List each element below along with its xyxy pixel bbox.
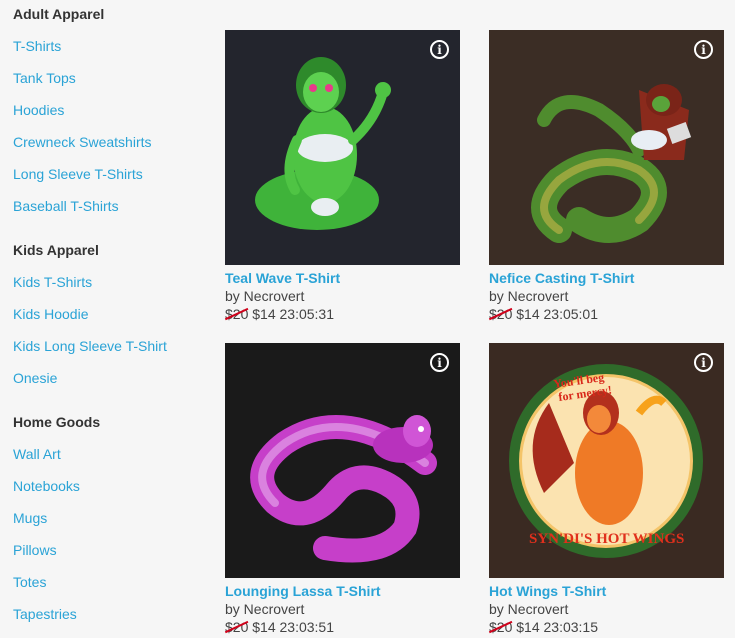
sidebar-link-notebooks[interactable]: Notebooks [13, 478, 80, 494]
product-card[interactable]: i Lounging Lassa T-Shirt by Necrovert $2… [225, 343, 460, 635]
sale-price: $14 [516, 306, 540, 322]
product-price-line: $20 $14 23:05:31 [225, 306, 460, 322]
product-price-line: $20 $14 23:03:51 [225, 619, 460, 635]
sidebar-link-baseball-t-shirts[interactable]: Baseball T-Shirts [13, 198, 119, 214]
sale-price: $14 [516, 619, 540, 635]
countdown-timer: 23:05:31 [279, 306, 335, 322]
sale-price: $14 [252, 619, 276, 635]
product-title[interactable]: Nefice Casting T-Shirt [489, 270, 724, 286]
product-artist: by Necrovert [489, 601, 569, 617]
product-artwork-image [531, 84, 692, 243]
product-artwork-image: You'll beg for mercy! SYN'DI'S HOT WINGS [509, 364, 703, 558]
sidebar-link-pillows[interactable]: Pillows [13, 542, 57, 558]
sidebar-link-onesie[interactable]: Onesie [13, 370, 57, 386]
product-price-line: $20 $14 23:03:15 [489, 619, 724, 635]
old-price: $20 [489, 619, 513, 635]
sidebar-link-kids-t-shirts[interactable]: Kids T-Shirts [13, 274, 92, 290]
info-icon[interactable]: i [430, 353, 449, 372]
product-title[interactable]: Hot Wings T-Shirt [489, 583, 724, 599]
old-price: $20 [225, 306, 249, 322]
product-artist: by Necrovert [225, 601, 305, 617]
info-icon[interactable]: i [430, 40, 449, 59]
product-artwork-image [255, 57, 391, 230]
sidebar-heading-kids-apparel: Kids Apparel [13, 242, 99, 258]
sidebar-link-wall-art[interactable]: Wall Art [13, 446, 61, 462]
product-price-line: $20 $14 23:05:01 [489, 306, 724, 322]
product-card[interactable]: i Nefice Casting T-Shirt by Necrovert $2… [489, 30, 724, 322]
old-price: $20 [489, 306, 513, 322]
sidebar-link-tapestries[interactable]: Tapestries [13, 606, 77, 622]
countdown-timer: 23:05:01 [543, 306, 599, 322]
product-artist: by Necrovert [225, 288, 305, 304]
product-card[interactable]: i Teal Wave T-Shirt by Necrovert $20 $14… [225, 30, 460, 322]
old-price: $20 [225, 619, 249, 635]
sidebar-link-kids-long-sleeve[interactable]: Kids Long Sleeve T-Shirt [13, 338, 167, 354]
product-title[interactable]: Teal Wave T-Shirt [225, 270, 460, 286]
product-thumbnail[interactable]: i [225, 343, 460, 578]
countdown-timer: 23:03:51 [279, 619, 335, 635]
product-thumbnail[interactable]: You'll beg for mercy! SYN'DI'S HOT WINGS… [489, 343, 724, 578]
artwork-banner-text: SYN'DI'S HOT WINGS [529, 531, 684, 547]
product-thumbnail[interactable]: i [225, 30, 460, 265]
sidebar-link-t-shirts[interactable]: T-Shirts [13, 38, 61, 54]
sidebar-link-tank-tops[interactable]: Tank Tops [13, 70, 76, 86]
countdown-timer: 23:03:15 [543, 619, 599, 635]
sidebar-link-hoodies[interactable]: Hoodies [13, 102, 64, 118]
sale-price: $14 [252, 306, 276, 322]
sidebar-heading-home-goods: Home Goods [13, 414, 101, 430]
info-icon[interactable]: i [694, 40, 713, 59]
sidebar-link-mugs[interactable]: Mugs [13, 510, 47, 526]
info-icon[interactable]: i [694, 353, 713, 372]
sidebar-link-long-sleeve-t-shirts[interactable]: Long Sleeve T-Shirts [13, 166, 143, 182]
sidebar-link-crewneck-sweatshirts[interactable]: Crewneck Sweatshirts [13, 134, 152, 150]
sidebar-heading-adult-apparel: Adult Apparel [13, 6, 105, 22]
product-thumbnail[interactable]: i [489, 30, 724, 265]
product-title[interactable]: Lounging Lassa T-Shirt [225, 583, 460, 599]
product-artwork-image [250, 415, 437, 563]
product-artist: by Necrovert [489, 288, 569, 304]
product-card[interactable]: You'll beg for mercy! SYN'DI'S HOT WINGS… [489, 343, 724, 635]
sidebar-link-totes[interactable]: Totes [13, 574, 46, 590]
sidebar-link-kids-hoodie[interactable]: Kids Hoodie [13, 306, 89, 322]
category-sidebar: Adult Apparel T-Shirts Tank Tops Hoodies… [0, 0, 215, 638]
